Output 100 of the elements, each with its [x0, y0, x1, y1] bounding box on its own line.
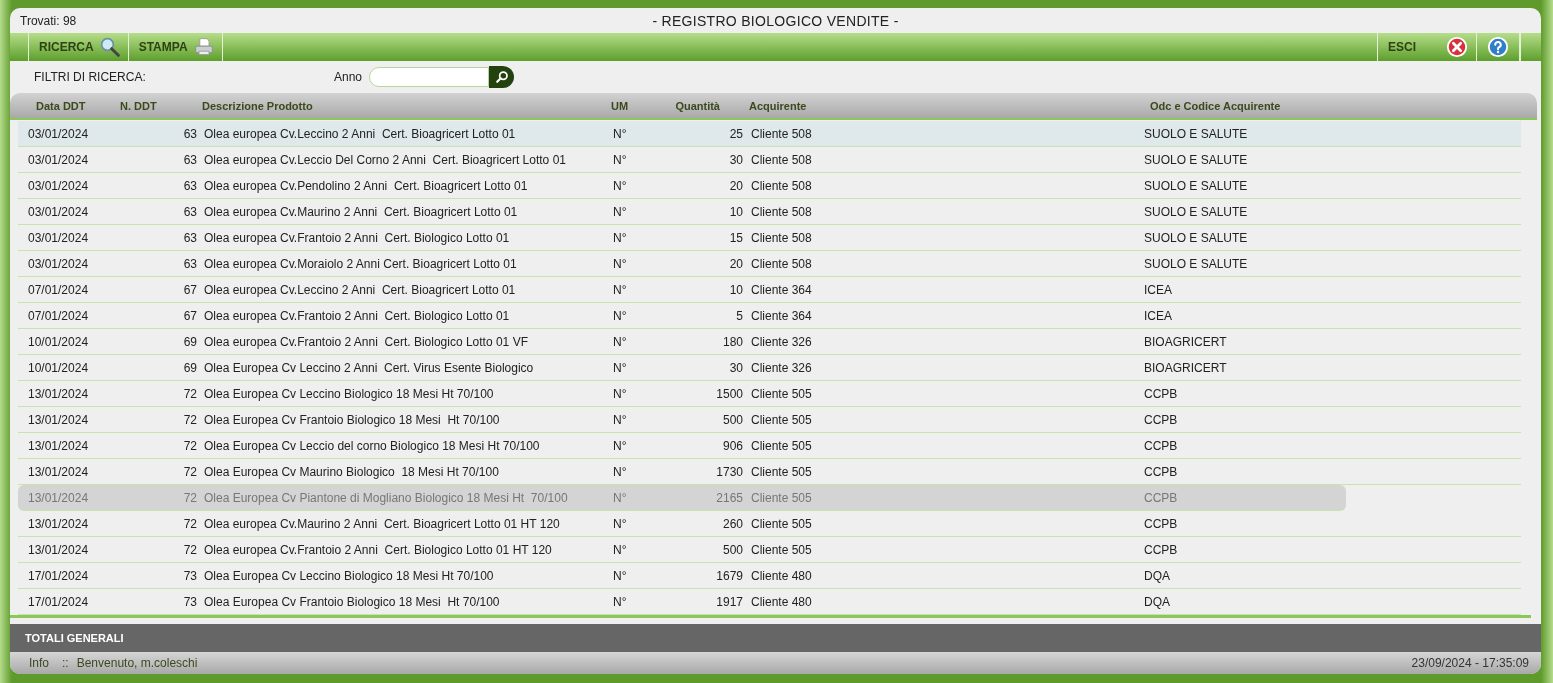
table-cell-text: 69: [182, 360, 197, 375]
column-header[interactable]: UM: [611, 99, 655, 112]
column-header[interactable]: N. DDT: [100, 99, 193, 112]
table-row[interactable]: 13/01/2024 72 Olea europea Cv.Frantoio 2 Anni Cert. Biologico Lotto 01 HT 120 N° 500 Cliente 505 CCPB: [18, 537, 1521, 563]
table-cell-text: 906: [721, 438, 743, 453]
table-cell-text: N°: [613, 542, 628, 557]
search-button[interactable]: [489, 66, 515, 88]
table-cell-text: Olea europea Cv.Leccino 2 Anni Cert. Bioagricert Lotto 01: [203, 282, 517, 297]
table-cell-text: 03/01/2024: [27, 204, 90, 219]
table-row[interactable]: 07/01/2024 67 Olea europea Cv.Frantoio 2 Anni Cert. Biologico Lotto 01 N° 5 Cliente 364 ICEA: [18, 303, 1521, 329]
table-cell-text: N°: [613, 516, 628, 531]
help-icon: [1487, 36, 1509, 58]
table-cell-text: 2165: [715, 490, 743, 505]
table-cell-text: 1730: [715, 464, 743, 479]
table-cell-text: 72: [182, 412, 197, 427]
table-row[interactable]: 03/01/2024 63 Olea europea Cv.Maurino 2 Anni Cert. Bioagricert Lotto 01 N° 10 Cliente 508 SUOLO E SALUTE: [18, 199, 1521, 225]
column-header[interactable]: Data DDT: [10, 99, 100, 112]
table-cell-text: 10: [728, 282, 743, 297]
year-input-field[interactable]: [369, 67, 490, 87]
table-cell-text: 10/01/2024: [27, 334, 90, 349]
exit-button[interactable]: ESCI: [1378, 33, 1477, 61]
table-cell-text: Olea Europea Cv Leccio del corno Biologico 18 Mesi Ht 70/100: [203, 438, 541, 453]
table-row[interactable]: 03/01/2024 63 Olea europea Cv.Pendolino 2 Anni Cert. Bioagricert Lotto 01 N° 20 Cliente 508 SUOLO E SALUTE: [18, 173, 1521, 199]
table-cell-text: N°: [613, 256, 628, 271]
table-cell-text: CCPB: [1144, 516, 1179, 531]
table-cell-text: 1500: [715, 386, 743, 401]
table-row[interactable]: 13/01/2024 72 Olea Europea Cv Frantoio Biologico 18 Mesi Ht 70/100 N° 500 Cliente 505 CCPB: [18, 407, 1521, 433]
column-header[interactable]: Odc e Codice Acquirente: [1150, 99, 1450, 112]
column-header[interactable]: Descrizione Prodotto: [193, 99, 611, 112]
table-cell-text: 03/01/2024: [27, 256, 90, 271]
table-cell-text: Cliente 505: [750, 412, 813, 427]
table-cell-text: CCPB: [1144, 386, 1179, 401]
table-cell-text: 15: [728, 230, 743, 245]
column-header[interactable]: Acquirente: [720, 99, 1150, 112]
table-cell-text: Olea Europea Cv Maurino Biologico 18 Mesi Ht 70/100: [203, 464, 500, 479]
table-cell-text: N°: [613, 464, 628, 479]
table-cell-text: 20: [728, 256, 743, 271]
table-cell-text: Olea europea Cv.Maurino 2 Anni Cert. Bioagricert Lotto 01 HT 120: [203, 516, 561, 531]
table-cell-text: ICEA: [1144, 308, 1173, 323]
table-row[interactable]: 03/01/2024 63 Olea europea Cv.Moraiolo 2 Anni Cert. Bioagricert Lotto 01 N° 20 Cliente 508 SUOLO E SALUTE: [18, 251, 1521, 277]
table-cell-text: 63: [182, 256, 197, 271]
table-row[interactable]: 10/01/2024 69 Olea europea Cv.Frantoio 2 Anni Cert. Biologico Lotto 01 VF N° 180 Cliente 326 BIOAGRICERT: [18, 329, 1521, 355]
table-row[interactable]: 03/01/2024 63 Olea europea Cv.Leccino 2 Anni Cert. Bioagricert Lotto 01 N° 25 Cliente 508 SUOLO E SALUTE: [18, 121, 1521, 147]
table-cell-text: Olea europea Cv.Frantoio 2 Anni Cert. Biologico Lotto 01: [203, 308, 511, 323]
table-row[interactable]: 10/01/2024 69 Olea Europea Cv Leccino 2 Anni Cert. Virus Esente Biologico N° 30 Cliente 326 BIOAGRICERT: [18, 355, 1521, 381]
table-cell-text: N°: [613, 412, 628, 427]
table-cell-text: 72: [182, 516, 197, 531]
table-cell-text: N°: [613, 282, 628, 297]
table-cell-text: CCPB: [1144, 438, 1179, 453]
table-cell-text: N°: [613, 178, 628, 193]
table-cell-text: 13/01/2024: [27, 516, 90, 531]
table-cell-text: Cliente 508: [750, 204, 813, 219]
table-cell-text: N°: [613, 594, 628, 609]
table-row[interactable]: 03/01/2024 63 Olea europea Cv.Frantoio 2 Anni Cert. Biologico Lotto 01 N° 15 Cliente 508 SUOLO E SALUTE: [18, 225, 1521, 251]
table-cell-text: SUOLO E SALUTE: [1144, 230, 1249, 245]
table-cell-text: N°: [613, 204, 628, 219]
table-cell-text: Cliente 326: [750, 360, 813, 375]
column-header[interactable]: Quantità: [655, 99, 720, 112]
table-cell-text: CCPB: [1144, 490, 1179, 505]
close-icon: [1446, 36, 1468, 58]
status-info: Info: [29, 656, 49, 670]
table-row[interactable]: 13/01/2024 72 Olea Europea Cv Leccino Biologico 18 Mesi Ht 70/100 N° 1500 Cliente 505 CCPB: [18, 381, 1521, 407]
table-cell-text: 67: [182, 308, 197, 323]
table-cell-text: Olea europea Cv.Pendolino 2 Anni Cert. Bioagricert Lotto 01: [203, 178, 529, 193]
table-cell-text: N°: [613, 126, 628, 141]
table-cell-text: Olea europea Cv.Leccio Del Corno 2 Anni Cert. Bioagricert Lotto 01: [203, 152, 567, 167]
filters-label: FILTRI DI RICERCA:: [34, 70, 147, 84]
print-button[interactable]: STAMPA: [128, 33, 223, 61]
table-row[interactable]: 17/01/2024 73 Olea Europea Cv Frantoio Biologico 18 Mesi Ht 70/100 N° 1917 Cliente 480 DQA: [18, 589, 1521, 615]
table-cell-text: Cliente 364: [750, 308, 813, 323]
table-row[interactable]: 17/01/2024 73 Olea Europea Cv Leccino Biologico 18 Mesi Ht 70/100 N° 1679 Cliente 480 DQA: [18, 563, 1521, 589]
table-cell-text: Cliente 508: [750, 230, 813, 245]
search-icon: [494, 70, 509, 84]
table-cell-text: N°: [613, 386, 628, 401]
table-cell-text: DQA: [1144, 568, 1171, 583]
table-cell-text: 63: [182, 126, 197, 141]
table-row[interactable]: 03/01/2024 63 Olea europea Cv.Leccio Del Corno 2 Anni Cert. Bioagricert Lotto 01 N° 30 Cliente 508 SUOLO E SALUTE: [18, 147, 1521, 173]
table-cell-text: CCPB: [1144, 464, 1179, 479]
table-cell-text: N°: [613, 360, 628, 375]
table-cell-text: 73: [182, 568, 197, 583]
search-icon: [99, 37, 120, 57]
table-row[interactable]: 07/01/2024 67 Olea europea Cv.Leccino 2 Anni Cert. Bioagricert Lotto 01 N° 10 Cliente 364 ICEA: [18, 277, 1521, 303]
table-cell-text: 30: [728, 360, 743, 375]
table-cell-text: Cliente 505: [750, 386, 813, 401]
table-cell-text: 72: [182, 464, 197, 479]
table-row[interactable]: 13/01/2024 72 Olea Europea Cv Leccio del corno Biologico 18 Mesi Ht 70/100 N° 906 Cliente 505 CCPB: [18, 433, 1521, 459]
table-cell-text: 63: [182, 178, 197, 193]
table-cell-text: SUOLO E SALUTE: [1144, 152, 1249, 167]
table-cell-text: SUOLO E SALUTE: [1144, 204, 1249, 219]
table-cell-text: 5: [735, 308, 743, 323]
search-button[interactable]: RICERCA: [29, 33, 129, 61]
table-row[interactable]: 13/01/2024 72 Olea europea Cv.Maurino 2 Anni Cert. Bioagricert Lotto 01 HT 120 N° 260 Cliente 505 CCPB: [18, 511, 1521, 537]
status-separator: ::: [62, 656, 69, 670]
table-cell-text: Olea europea Cv.Frantoio 2 Anni Cert. Biologico Lotto 01: [203, 230, 511, 245]
table-cell-text: Cliente 508: [750, 126, 813, 141]
table-cell-text: Olea Europea Cv Frantoio Biologico 18 Mesi Ht 70/100: [203, 594, 501, 609]
table-cell-text: Cliente 508: [750, 178, 813, 193]
table-cell-text: 72: [182, 438, 197, 453]
table-cell-text: SUOLO E SALUTE: [1144, 126, 1249, 141]
table-cell-text: 17/01/2024: [27, 594, 90, 609]
